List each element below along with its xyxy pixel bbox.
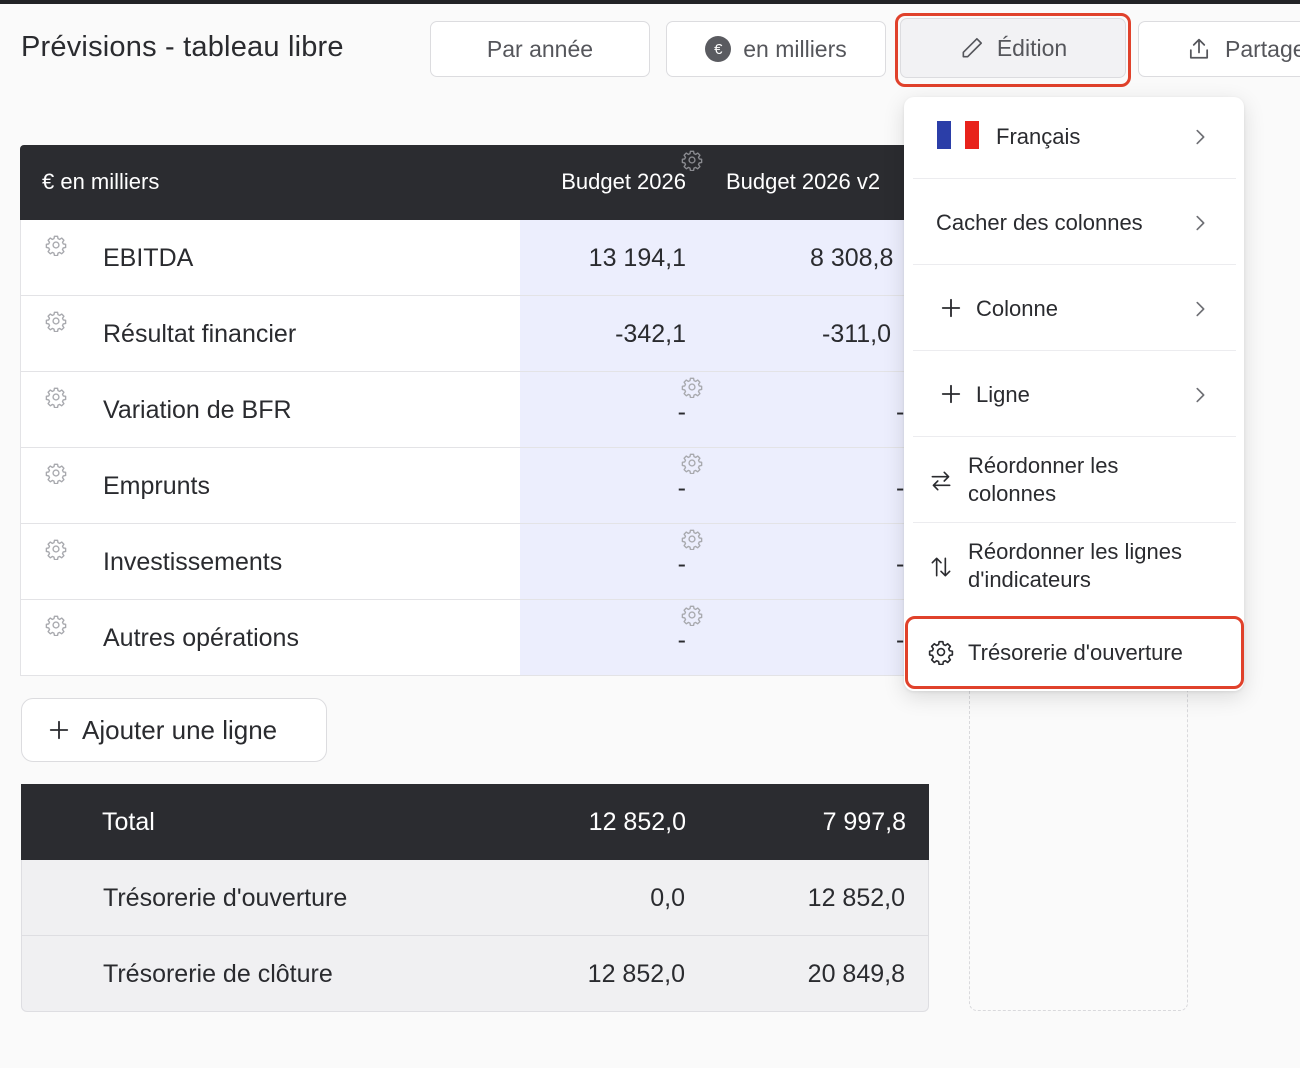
closing-cash-label: Trésorerie de clôture xyxy=(103,960,333,988)
chevron-right-icon xyxy=(1189,126,1211,148)
page-title: Prévisions - tableau libre xyxy=(21,31,344,63)
cell-settings-gear-icon[interactable] xyxy=(681,528,703,550)
row-settings-gear-icon[interactable] xyxy=(45,234,67,256)
cell-value[interactable]: 8 308,8 xyxy=(810,244,893,273)
opening-cash-label: Trésorerie d'ouverture xyxy=(103,884,348,912)
closing-cash-value: 20 849,8 xyxy=(807,960,905,988)
plus-icon xyxy=(48,719,70,741)
cell-settings-gear-icon[interactable] xyxy=(681,376,703,398)
edit-button-highlight xyxy=(895,13,1131,87)
row-settings-gear-icon[interactable] xyxy=(45,386,67,408)
unit-header: € en milliers xyxy=(42,169,160,194)
row-settings-gear-icon[interactable] xyxy=(45,310,67,332)
table-row: EBITDA 13 194,1 8 308,8 xyxy=(20,220,929,296)
menu-item-label: Réordonner les colonnes xyxy=(968,452,1118,508)
france-flag-icon xyxy=(937,121,979,149)
swap-horizontal-icon xyxy=(931,471,951,491)
row-label: Variation de BFR xyxy=(103,396,292,424)
column-band xyxy=(520,600,929,675)
column-header-budget-2026[interactable]: Budget 2026 xyxy=(561,169,686,195)
cell-value[interactable]: - xyxy=(678,398,686,427)
menu-item-label-line2: colonnes xyxy=(968,481,1057,506)
column-settings-gear-icon[interactable] xyxy=(681,149,703,171)
period-button[interactable]: Par année xyxy=(430,21,650,77)
menu-item-reorder-rows[interactable]: Réordonner les lignes d'indicateurs xyxy=(913,523,1236,609)
closing-cash-value: 12 852,0 xyxy=(587,960,685,988)
chevron-right-icon xyxy=(1189,298,1211,320)
column-header-budget-2026-v2[interactable]: Budget 2026 v2 xyxy=(726,169,880,195)
menu-item-language[interactable]: Français xyxy=(913,97,1236,179)
add-row-label: Ajouter une ligne xyxy=(82,714,278,745)
table-header: € en milliers Budget 2026 Budget 2026 v2 xyxy=(20,145,929,220)
total-value: 7 997,8 xyxy=(822,808,906,836)
cell-value[interactable]: - xyxy=(678,474,686,503)
edit-menu: Français Cacher des colonnes Colonne Lig… xyxy=(904,97,1244,691)
period-label: Par année xyxy=(486,35,594,62)
row-settings-gear-icon[interactable] xyxy=(45,614,67,636)
menu-item-label: Colonne xyxy=(976,296,1058,321)
row-label: EBITDA xyxy=(103,244,194,272)
row-settings-gear-icon[interactable] xyxy=(45,538,67,560)
menu-item-add-column[interactable]: Colonne xyxy=(913,265,1236,351)
plus-icon xyxy=(940,383,962,405)
unit-button[interactable]: € en milliers xyxy=(666,21,886,77)
column-band xyxy=(520,372,929,447)
menu-item-label-line1: Réordonner les lignes xyxy=(968,539,1183,564)
add-row-button[interactable]: Ajouter une ligne xyxy=(21,698,327,762)
table-row: Emprunts - - xyxy=(20,448,929,524)
share-icon xyxy=(1189,38,1209,59)
table-row: Investissements - - xyxy=(20,524,929,600)
cell-value[interactable]: 13 194,1 xyxy=(589,244,686,273)
row-label: Emprunts xyxy=(103,472,210,500)
total-label: Total xyxy=(102,808,155,836)
plus-icon xyxy=(940,297,962,319)
closing-cash-row: Trésorerie de clôture 12 852,0 20 849,8 xyxy=(21,936,929,1012)
column-band xyxy=(520,524,929,599)
row-label: Résultat financier xyxy=(103,320,297,348)
opening-cash-value: 0,0 xyxy=(650,884,685,912)
cell-settings-gear-icon[interactable] xyxy=(681,604,703,626)
menu-item-hide-columns[interactable]: Cacher des colonnes xyxy=(913,179,1236,265)
menu-item-label: Cacher des colonnes xyxy=(936,210,1143,235)
chevron-right-icon xyxy=(1189,384,1211,406)
cell-value[interactable]: -342,1 xyxy=(615,320,686,349)
opening-cash-highlight xyxy=(905,616,1244,689)
table-row: Variation de BFR - - xyxy=(20,372,929,448)
row-label: Investissements xyxy=(103,548,283,576)
table-row: Autres opérations - - xyxy=(20,600,929,676)
add-column-dropzone[interactable] xyxy=(969,678,1188,1011)
share-label: Partage xyxy=(1225,35,1300,62)
opening-cash-row: Trésorerie d'ouverture 0,0 12 852,0 xyxy=(21,860,929,936)
unit-label: en milliers xyxy=(743,35,847,62)
menu-item-reorder-columns[interactable]: Réordonner les colonnes xyxy=(913,437,1236,523)
share-button[interactable]: Partage xyxy=(1138,21,1300,77)
chevron-right-icon xyxy=(1189,212,1211,234)
cell-settings-gear-icon[interactable] xyxy=(681,452,703,474)
menu-item-label-line1: Réordonner les xyxy=(968,453,1119,478)
top-border xyxy=(0,0,1300,4)
total-row: Total 12 852,0 7 997,8 xyxy=(21,784,929,860)
table-row: Résultat financier -342,1 -311,0 xyxy=(20,296,929,372)
cell-value[interactable]: - xyxy=(678,626,686,655)
forecast-table: € en milliers Budget 2026 Budget 2026 v2… xyxy=(20,145,929,678)
menu-item-label-line2: d'indicateurs xyxy=(968,567,1091,592)
menu-item-label: Français xyxy=(996,124,1081,149)
opening-cash-value: 12 852,0 xyxy=(807,884,905,912)
euro-icon: € xyxy=(705,36,732,62)
column-band xyxy=(520,448,929,523)
cell-value[interactable]: - xyxy=(678,550,686,579)
row-label: Autres opérations xyxy=(103,624,299,652)
row-settings-gear-icon[interactable] xyxy=(45,462,67,484)
menu-item-label: Ligne xyxy=(976,382,1030,407)
total-value: 12 852,0 xyxy=(588,808,686,836)
menu-item-add-row[interactable]: Ligne xyxy=(913,351,1236,437)
swap-vertical-icon xyxy=(931,557,951,577)
cell-value[interactable]: -311,0 xyxy=(822,320,891,349)
menu-item-label: Réordonner les lignes d'indicateurs xyxy=(968,538,1182,594)
